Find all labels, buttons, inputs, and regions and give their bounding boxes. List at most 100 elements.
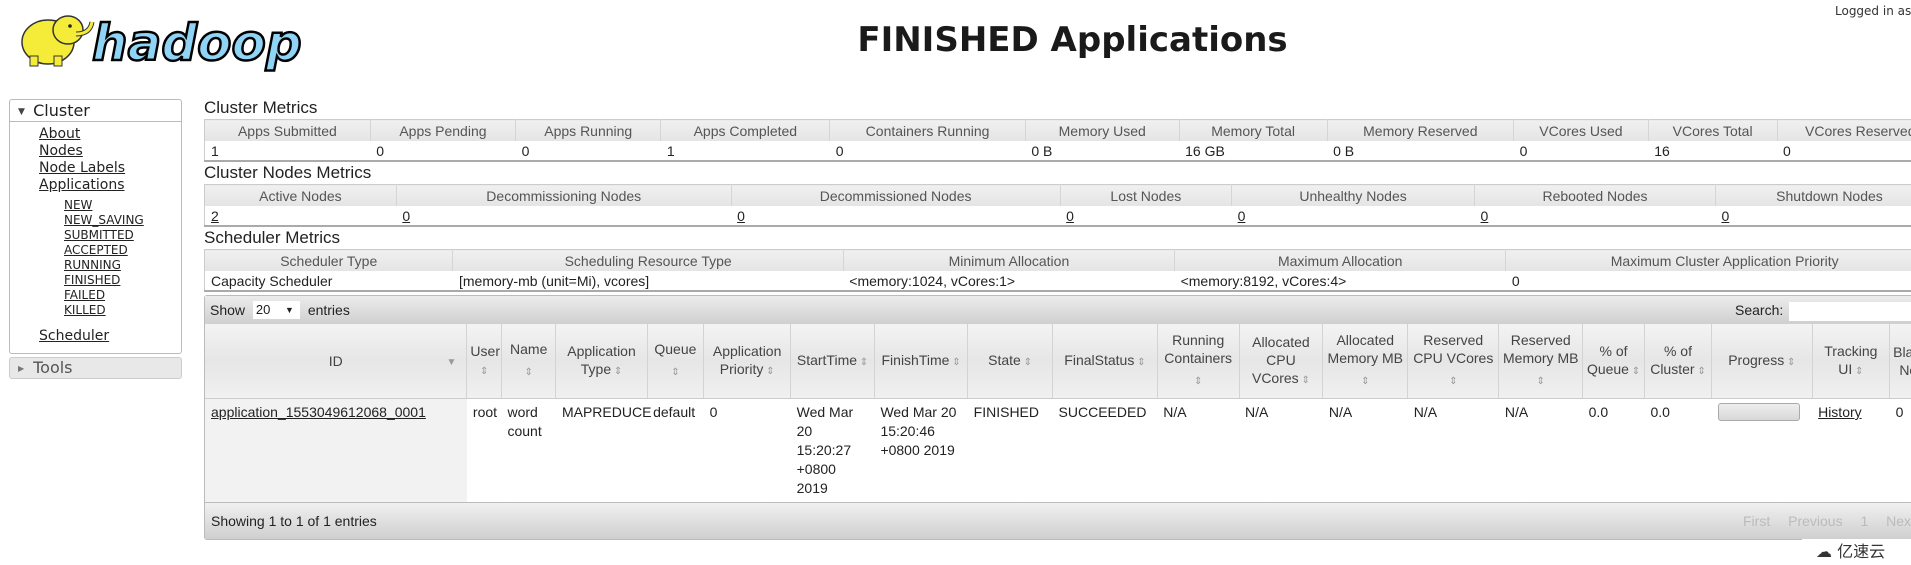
sort-icon: ⇕ — [857, 356, 869, 368]
nav-state-submitted[interactable]: SUBMITTED — [64, 228, 181, 243]
header-maximum-cluster-application-priority: Maximum Cluster Application Priority — [1505, 249, 1911, 271]
nav-nodes[interactable]: Nodes — [39, 143, 181, 160]
cell-final-status: SUCCEEDED — [1058, 404, 1147, 420]
value-memory-used-cell: 0 B — [1031, 142, 1053, 159]
sort-icon: ⇕ — [611, 365, 623, 377]
column-user[interactable]: User ⇕ — [466, 324, 502, 399]
pager-previous[interactable]: Previous — [1788, 513, 1842, 529]
column-label: Allocated Memory MB — [1327, 332, 1403, 366]
value-shutdown-nodes-cell: 0 — [1715, 206, 1911, 226]
column-queue[interactable]: Queue ⇕ — [647, 324, 705, 399]
cell-pct-queue: 0.0 — [1588, 404, 1609, 420]
dropdown-arrow-icon: ▼ — [285, 305, 294, 315]
value-lost-nodes-link[interactable]: 0 — [1066, 208, 1074, 224]
nodes-metrics-title: Cluster Nodes Metrics — [204, 163, 372, 182]
nav-state-running[interactable]: RUNNING — [64, 258, 181, 273]
column-blacklisted-nodes[interactable]: Blacklisted Nodes — [1889, 324, 1911, 399]
value-unhealthy-nodes-link[interactable]: 0 — [1238, 208, 1246, 224]
application-id-link[interactable]: application_1553049612068_0001 — [211, 404, 426, 420]
app-state-list: NEW NEW_SAVING SUBMITTED ACCEPTED RUNNIN… — [39, 198, 181, 318]
sort-icon: ⇕ — [763, 365, 775, 377]
cell-res-mem: N/A — [1504, 404, 1529, 420]
cell-name: word count — [507, 404, 542, 439]
nav-state-accepted[interactable]: ACCEPTED — [64, 243, 181, 258]
column-state[interactable]: State ⇕ — [967, 324, 1054, 399]
value-memory-total-cell: 16 GB — [1185, 142, 1225, 159]
nodes-metrics-table: Active Nodes Decommissioning Nodes Decommi… — [204, 184, 1911, 227]
header-apps-pending: Apps Pending — [370, 119, 517, 141]
column-label: Application Type — [567, 342, 636, 377]
watermark: ☁ 亿速云 — [1802, 539, 1911, 565]
page-size-select[interactable]: 20 ▼ — [252, 301, 300, 319]
header-rebooted-nodes: Rebooted Nodes — [1474, 184, 1716, 206]
pager-first[interactable]: First — [1743, 513, 1770, 529]
cell-running-containers: N/A — [1163, 404, 1187, 420]
logged-in-label: Logged in as — [1835, 4, 1911, 18]
column-name[interactable]: Name ⇕ — [501, 324, 557, 399]
sort-icon: ⇕ — [949, 356, 961, 368]
cell-id: application_1553049612068_0001 — [205, 398, 467, 502]
header-apps-running: Apps Running — [515, 119, 662, 141]
nav-applications[interactable]: Applications — [39, 177, 181, 194]
value-lost-nodes-cell: 0 — [1060, 206, 1231, 226]
pager-next[interactable]: Next — [1886, 513, 1911, 529]
value-decommissioning-nodes-link[interactable]: 0 — [402, 208, 410, 224]
column-label: Name — [510, 341, 548, 357]
sort-icon: ⇕ — [1536, 376, 1545, 387]
sort-icon: ⇕ — [1193, 376, 1203, 387]
nav-state-new[interactable]: NEW — [64, 198, 181, 213]
value-rebooted-nodes-link[interactable]: 0 — [1481, 208, 1489, 224]
value-active-nodes-link[interactable]: 2 — [211, 208, 219, 224]
sidebar: ▼ Cluster About Nodes Node Labels Applic… — [9, 99, 182, 379]
column-progress[interactable]: Progress ⇕ — [1711, 324, 1813, 399]
value-maximum-allocation-cell: <memory:8192, vCores:4> — [1180, 272, 1347, 289]
cluster-section: ▼ Cluster About Nodes Node Labels Applic… — [9, 99, 182, 354]
column-id[interactable]: ID ▼ — [205, 324, 468, 399]
column-reserved-cpu-vcores[interactable]: Reserved CPU VCores ⇕ — [1407, 324, 1500, 399]
header-memory-total: Memory Total — [1179, 119, 1328, 141]
nav-about[interactable]: About — [39, 126, 181, 143]
value-shutdown-nodes-link[interactable]: 0 — [1721, 208, 1729, 224]
caret-right-icon: ▶ — [18, 364, 25, 373]
value-vcores-reserved-cell: 0 — [1783, 142, 1791, 159]
value-maximum-cluster-application-priority-cell: 0 — [1511, 272, 1520, 289]
nav-node-labels[interactable]: Node Labels — [39, 160, 181, 177]
column-of-queue[interactable]: % of Queue ⇕ — [1582, 324, 1645, 399]
column-application-type[interactable]: Application Type ⇕ — [555, 324, 648, 399]
nav-state-new-saving[interactable]: NEW_SAVING — [64, 213, 181, 228]
nav-state-finished[interactable]: FINISHED — [64, 273, 181, 288]
page-size-value: 20 — [255, 302, 271, 317]
column-reserved-memory-mb[interactable]: Reserved Memory MB ⇕ — [1498, 324, 1584, 399]
column-of-cluster[interactable]: % of Cluster ⇕ — [1644, 324, 1713, 399]
column-application-priority[interactable]: Application Priority ⇕ — [703, 324, 792, 399]
pager-page-1[interactable]: 1 — [1860, 513, 1868, 529]
tools-section[interactable]: ▶ Tools — [9, 357, 182, 379]
applications-table: ID ▼ User ⇕ Name ⇕ Application Type ⇕ Queue … — [205, 324, 1911, 502]
search-input[interactable] — [1789, 302, 1911, 321]
value-decommissioned-nodes-cell: 0 — [731, 206, 1060, 226]
nav-scheduler[interactable]: Scheduler — [39, 328, 181, 345]
history-link[interactable]: History — [1818, 404, 1862, 420]
column-label: Reserved Memory MB — [1503, 332, 1579, 366]
cell-alloc-mem: N/A — [1328, 404, 1353, 420]
value-active-nodes-cell: 2 — [205, 206, 397, 226]
column-starttime[interactable]: StartTime ⇕ — [790, 324, 875, 399]
cluster-header[interactable]: ▼ Cluster — [10, 100, 181, 122]
cell-pct-cluster: 0.0 — [1650, 404, 1670, 420]
value-decommissioned-nodes-link[interactable]: 0 — [737, 208, 745, 224]
nav-state-failed[interactable]: FAILED — [64, 288, 181, 303]
nav-state-killed[interactable]: KILLED — [64, 303, 181, 318]
entries-label: entries — [307, 302, 350, 318]
value-vcores-total-cell: 16 — [1654, 142, 1670, 159]
column-tracking-ui[interactable]: Tracking UI ⇕ — [1812, 324, 1891, 399]
column-finalstatus[interactable]: FinalStatus ⇕ — [1052, 324, 1158, 399]
column-label: % of Cluster — [1650, 342, 1695, 377]
column-allocated-memory-mb[interactable]: Allocated Memory MB ⇕ — [1322, 324, 1409, 399]
column-finishtime[interactable]: FinishTime ⇕ — [874, 324, 969, 399]
column-label: FinishTime — [881, 351, 950, 368]
sort-icon: ⇕ — [1020, 356, 1033, 368]
table-row: application_1553049612068_0001 root word c… — [205, 398, 1911, 502]
column-running-containers[interactable]: Running Containers ⇕ — [1157, 324, 1240, 399]
sort-icon: ⇕ — [1449, 376, 1458, 387]
column-allocated-cpu-vcores[interactable]: Allocated CPU VCores ⇕ — [1239, 324, 1324, 399]
